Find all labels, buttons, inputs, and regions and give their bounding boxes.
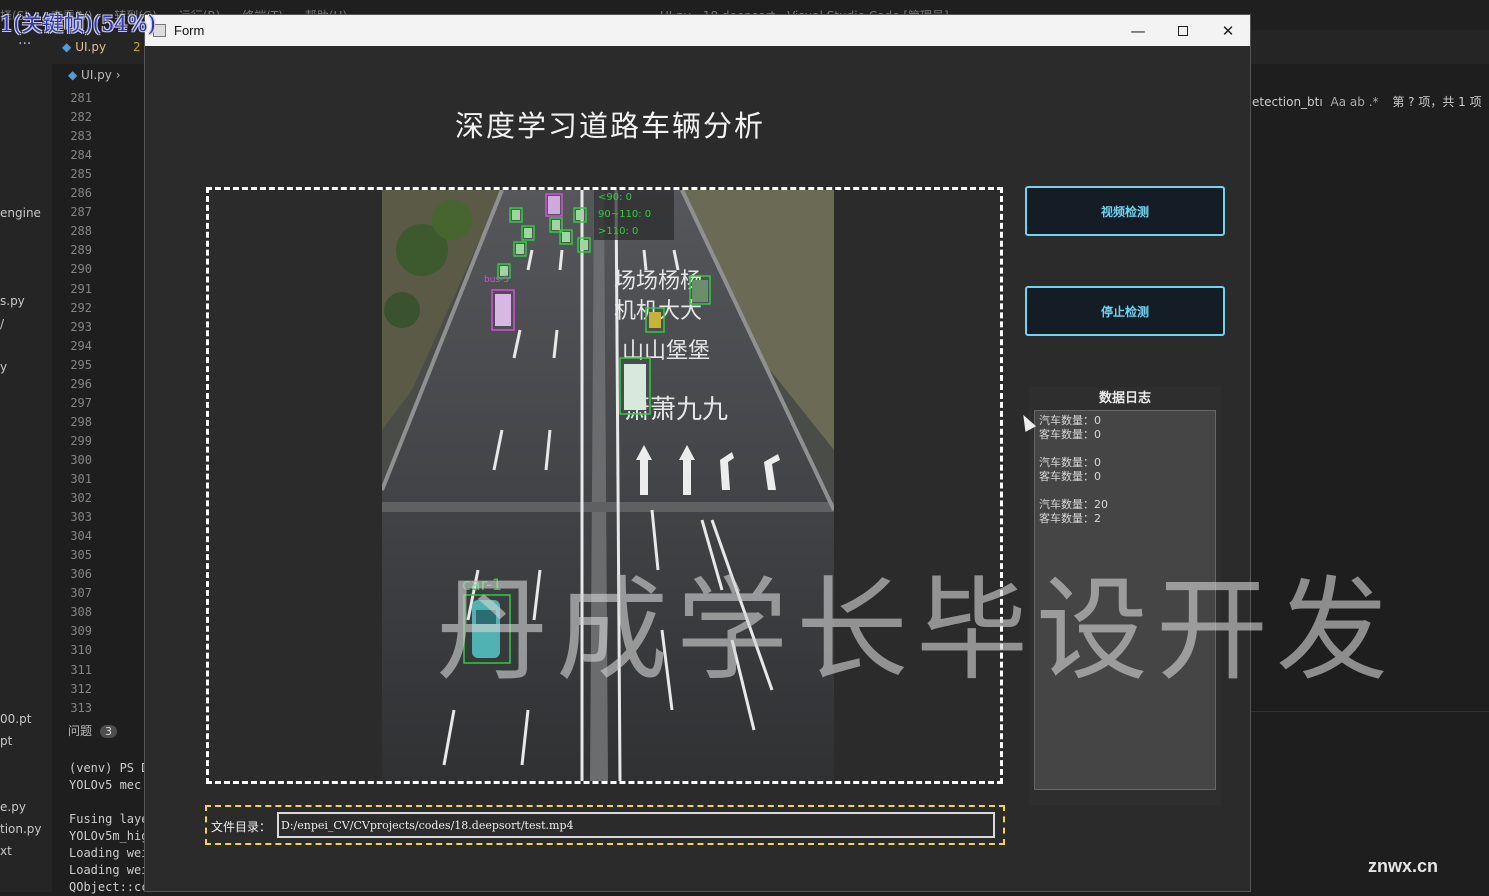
explorer-item[interactable]: y [0,360,7,374]
terminal-line: (venv) PS D [69,761,149,775]
line-number: 292 [70,300,92,315]
data-log-title: 数据日志 [1098,391,1151,406]
video-detect-button[interactable]: 视频检测 [1025,186,1225,236]
minimize-button[interactable]: — [1115,15,1161,46]
explorer-item[interactable]: / [0,317,4,331]
line-number: 304 [70,529,92,544]
explorer-item[interactable]: xt [0,844,12,858]
line-number: 307 [70,586,92,601]
find-widget[interactable]: etection_btı Aa ab .* 第 ? 项，共 1 项 [1252,93,1489,115]
line-number: 311 [70,662,92,677]
line-number: 289 [70,243,92,258]
file-path-label: 文件目录： [211,820,272,834]
line-number: 291 [70,281,92,296]
line-number: 293 [70,319,92,334]
line-number: 296 [70,376,92,391]
line-number: 285 [70,167,92,182]
video-frame-image: <90: 0 90~110: 0 >110: 0 场场杨杨 机机大大 山山堡堡 … [382,190,834,781]
more-actions-icon[interactable]: ··· [18,36,31,52]
explorer-item[interactable]: tion.py [0,822,42,836]
explorer-sidebar: engine s.py / y 00.pt pt e.py tion.py xt [0,30,52,892]
road-marking-text: 山山堡堡 [622,339,710,364]
form-window-title: Form [174,23,205,38]
line-number: 306 [70,567,92,582]
explorer-item[interactable]: e.py [0,800,26,814]
data-log-text[interactable]: 汽车数量：0 客车数量：0 汽车数量：0 客车数量：0 汽车数量：20 客车数量… [1034,410,1216,790]
form-window: Form — ✕ 深度学习道路车辆分析 <90: 0 90~110: 0 >11… [144,14,1251,892]
close-button[interactable]: ✕ [1205,15,1251,46]
python-file-icon: ◆ [62,40,72,54]
editor-minimap-area [1251,120,1489,712]
editor-tab-ui-py[interactable]: ◆ UI.py [62,40,106,54]
line-number: 290 [70,262,92,277]
detection-label: bus-5 [484,275,509,285]
recording-overlay-status: 1(关键帧)(54%) [0,12,156,36]
terminal-line: Loading wei [69,863,149,877]
tab-problem-count: 2 [133,40,141,54]
stop-detect-button[interactable]: 停止检测 [1025,286,1225,336]
line-number: 313 [70,700,92,715]
line-number: 310 [70,643,92,658]
find-input[interactable]: etection_btı [1252,95,1323,109]
explorer-item[interactable]: 00.pt [0,712,31,726]
explorer-item[interactable]: pt [0,734,12,748]
terminal-output[interactable]: (venv) PS D YOLOv5 mec Fusing laye YOLOv5m_… [69,760,148,896]
panel-tab-label: 问题 [68,724,93,738]
road-marking-text: 场场杨杨 [614,269,702,294]
data-log-panel: 数据日志 汽车数量：0 客车数量：0 汽车数量：0 客车数量：0 汽车数量：20… [1029,387,1221,805]
line-number: 282 [70,110,92,125]
find-options[interactable]: Aa ab .* [1331,95,1379,109]
explorer-item[interactable]: s.py [0,294,25,308]
find-result-count: 第 ? 项，共 1 项 [1392,95,1482,109]
road-scene-graphic: <90: 0 90~110: 0 >110: 0 场场杨杨 机机大大 山山堡堡 … [382,190,834,781]
line-number: 294 [70,338,92,353]
line-number: 298 [70,414,92,429]
line-number: 303 [70,510,92,525]
terminal-line: QObject::cc [69,880,149,894]
line-number: 299 [70,433,92,448]
line-number: 297 [70,395,92,410]
line-number: 301 [70,472,92,486]
line-number: 308 [70,605,92,620]
line-number: 300 [70,452,92,467]
line-number: 283 [70,129,92,144]
python-file-icon: ◆ [68,68,82,82]
tab-label: UI.py [75,40,107,54]
file-path-row: 文件目录： [205,805,1005,845]
explorer-item[interactable]: engine [0,206,41,220]
terminal-line: YOLOv5 mec [69,778,142,792]
line-number: 287 [70,205,92,220]
line-number: 305 [70,548,92,563]
terminal-line: Loading wei [69,846,149,860]
detection-label: car-1 [462,575,502,594]
maximize-button[interactable] [1160,15,1206,46]
file-path-input[interactable] [277,812,995,838]
terminal-line: Fusing laye [69,812,149,826]
line-number: 281 [70,91,92,105]
video-display-frame: <90: 0 90~110: 0 >110: 0 场场杨杨 机机大大 山山堡堡 … [206,187,1003,784]
breadcrumb[interactable]: ◆ UI.py › [68,68,121,82]
line-number: 295 [70,357,92,372]
line-number: 288 [70,224,92,239]
speed-bin-label: 90~110: 0 [598,209,651,220]
line-number: 286 [70,186,92,201]
page-title: 深度学习道路车辆分析 [454,109,765,143]
line-number: 284 [70,148,92,163]
line-number: 312 [70,681,92,696]
panel-tab-problems[interactable]: 问题 3 [68,722,118,739]
speed-bin-label: >110: 0 [598,226,638,237]
chevron-right-icon: › [111,68,121,82]
line-number: 309 [70,624,92,639]
breadcrumb-file: UI.py [81,68,112,82]
line-number: 302 [70,491,92,506]
terminal-line: YOLOv5m_hig [69,829,149,843]
maximize-icon [1178,25,1188,36]
form-titlebar[interactable]: Form — ✕ [145,15,1250,46]
problems-count-badge: 3 [100,725,118,738]
speed-bin-label: <90: 0 [598,192,632,203]
site-brand-logo: znwx.cn [1368,856,1439,876]
